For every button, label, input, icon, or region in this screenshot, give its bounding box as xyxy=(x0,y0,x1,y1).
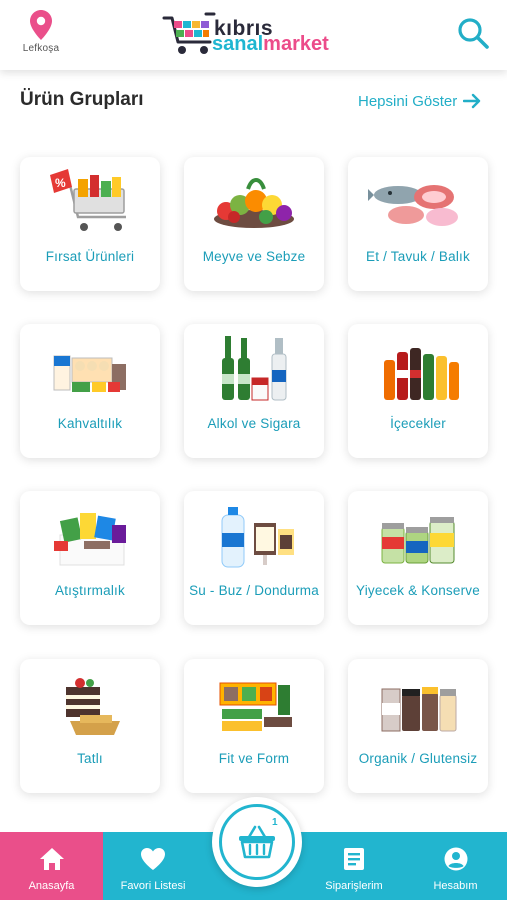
app-screen: Lefkoşa kıbrıs sanalmarket Ürün Grupları… xyxy=(0,0,507,900)
category-label: Kahvaltılık xyxy=(57,416,123,431)
home-icon xyxy=(39,848,64,870)
logo-text-market: market xyxy=(263,33,329,55)
category-label: Tatlı xyxy=(77,751,103,766)
nav-account[interactable]: Hesabım xyxy=(404,832,507,900)
fruit-vegetable-image xyxy=(214,178,294,228)
shopping-basket-icon xyxy=(239,825,275,859)
logo-text-sanal: sanal xyxy=(212,33,264,55)
discount-cart-image: % xyxy=(50,169,126,231)
basket-button[interactable]: 1 xyxy=(212,797,302,887)
nav-home[interactable]: Anasayfa xyxy=(0,832,103,900)
nav-account-label: Hesabım xyxy=(433,880,478,892)
category-card-organik-glutensiz[interactable]: Organik / Glutensiz xyxy=(348,659,488,793)
location-selector[interactable]: Lefkoşa xyxy=(18,10,64,54)
category-label: Meyve ve Sebze xyxy=(202,249,306,264)
alcohol-image xyxy=(222,336,287,401)
category-label: Organik / Glutensiz xyxy=(358,751,478,766)
nav-favorites[interactable]: Favori Listesi xyxy=(103,832,203,900)
category-card-kahvaltilik[interactable]: Kahvaltılık xyxy=(20,324,160,458)
category-card-meyve-sebze[interactable]: Meyve ve Sebze xyxy=(184,157,324,291)
category-card-alkol-sigara[interactable]: Alkol ve Sigara xyxy=(184,324,324,458)
category-label: Alkol ve Sigara xyxy=(207,416,301,431)
location-label: Lefkoşa xyxy=(22,43,60,54)
canned-food-image xyxy=(381,517,455,564)
meat-fish-image xyxy=(368,185,458,226)
section-title: Ürün Grupları xyxy=(20,89,144,110)
category-label: İçecekler xyxy=(390,416,446,431)
category-label: Et / Tavuk / Balık xyxy=(366,249,470,264)
snacks-image xyxy=(54,513,126,566)
top-header: Lefkoşa kıbrıs sanalmarket xyxy=(0,0,507,70)
nav-home-label: Anasayfa xyxy=(28,880,75,892)
orders-list-icon xyxy=(344,848,364,870)
search-icon xyxy=(458,18,489,49)
breakfast-image xyxy=(53,355,126,392)
show-all-link[interactable]: Hepsini Göster xyxy=(358,90,481,112)
category-label: Yiyecek & Konserve xyxy=(356,583,480,598)
water-icecream-image xyxy=(221,507,294,568)
category-card-icecekler[interactable]: İçecekler xyxy=(348,324,488,458)
category-card-yiyecek-konserve[interactable]: Yiyecek & Konserve xyxy=(348,491,488,625)
category-label: Su - Buz / Dondurma xyxy=(189,583,319,598)
basket-count-badge: 1 xyxy=(272,817,278,828)
category-card-et-tavuk-balik[interactable]: Et / Tavuk / Balık xyxy=(348,157,488,291)
dessert-image xyxy=(66,678,120,735)
category-card-fit-form[interactable]: Fit ve Form xyxy=(184,659,324,793)
category-card-su-buz-dondurma[interactable]: Su - Buz / Dondurma xyxy=(184,491,324,625)
user-account-icon xyxy=(444,847,467,871)
svg-text:%: % xyxy=(55,176,66,190)
search-button[interactable] xyxy=(456,16,490,50)
nav-orders[interactable]: Siparişlerim xyxy=(304,832,404,900)
fitness-bars-image xyxy=(219,682,292,731)
map-pin-icon xyxy=(30,10,52,40)
category-label: Fırsat Ürünleri xyxy=(45,249,135,264)
category-label: Fit ve Form xyxy=(218,751,290,766)
category-label: Atıştırmalık xyxy=(55,583,125,598)
category-card-tatli[interactable]: Tatlı xyxy=(20,659,160,793)
brand-logo[interactable]: kıbrıs sanalmarket xyxy=(162,12,352,58)
organic-jars-image xyxy=(381,687,457,732)
heart-icon xyxy=(141,848,165,870)
nav-favorites-label: Favori Listesi xyxy=(120,880,186,892)
logo-text-bottom: sanalmarket xyxy=(212,34,329,54)
show-all-label: Hepsini Göster xyxy=(358,92,458,110)
drinks-image xyxy=(384,348,459,400)
nav-orders-label: Siparişlerim xyxy=(325,880,383,892)
category-card-atistirmalik[interactable]: Atıştırmalık xyxy=(20,491,160,625)
category-card-firsat[interactable]: % Fırsat Ürünleri xyxy=(20,157,160,291)
arrow-right-icon xyxy=(463,93,481,109)
